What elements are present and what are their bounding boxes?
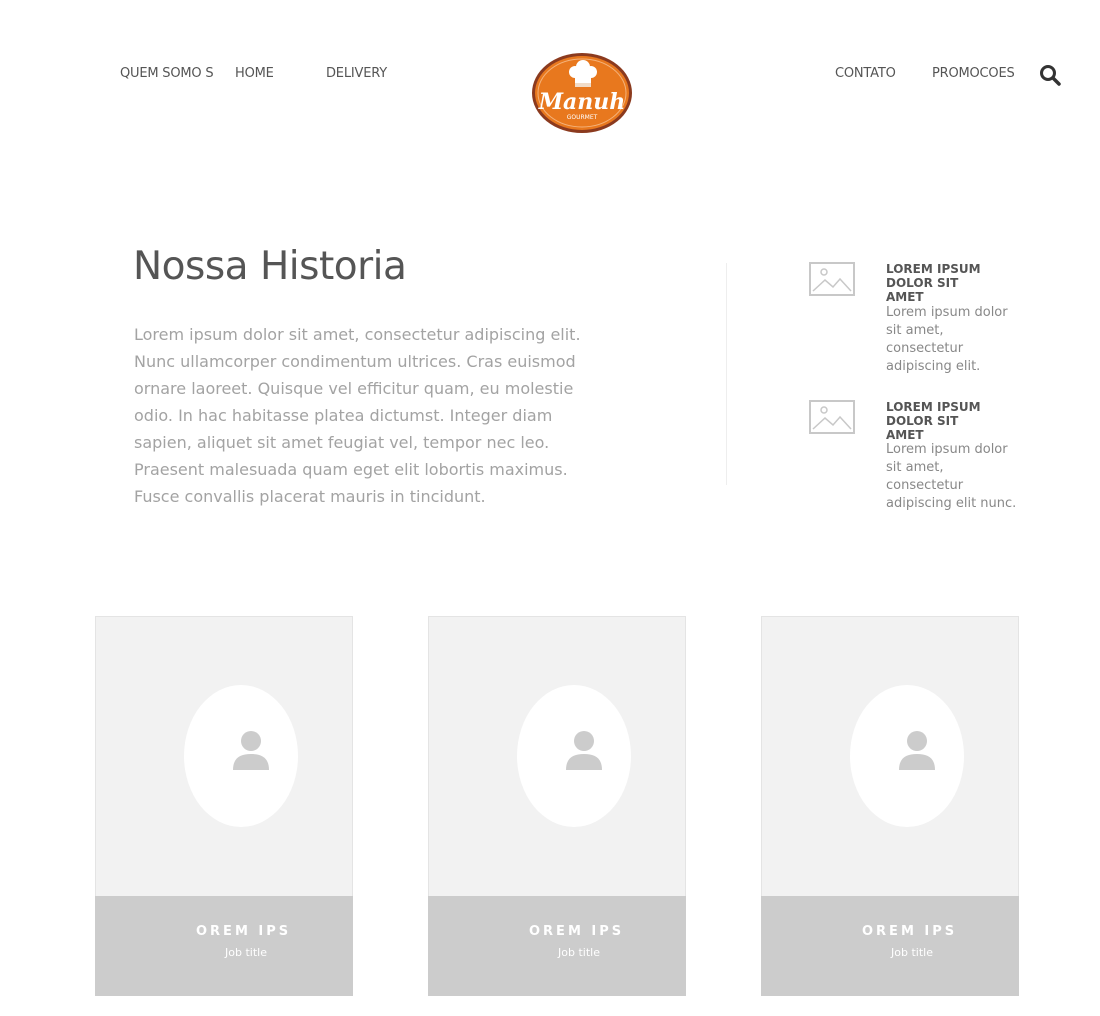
logo-subtext: GOURMET	[567, 114, 598, 121]
team-card[interactable]: OREM IPSUM Job title	[761, 616, 1019, 996]
user-icon	[899, 731, 935, 770]
card-caption: OREM IPSUM Job title	[428, 896, 686, 996]
feature-title: LOREM IPSUM DOLOR SIT AMET	[886, 400, 981, 442]
team-member-job-title: Job title	[225, 946, 267, 959]
user-icon	[566, 731, 602, 770]
card-photo-area	[95, 616, 353, 896]
feature-description: Lorem ipsum dolor sit amet, consectetur …	[886, 442, 1017, 511]
feature-title: LOREM IPSUM DOLOR SIT AMET	[886, 262, 981, 304]
nav-link-promocoes[interactable]: PROMOCOES	[932, 66, 1015, 81]
story-paragraph: Lorem ipsum dolor sit amet, consectetur …	[134, 325, 581, 506]
search-icon[interactable]	[1039, 64, 1061, 86]
team-member-job-title: Job title	[558, 946, 600, 959]
page-title: Nossa Historia	[133, 244, 407, 289]
card-photo-area	[428, 616, 686, 896]
logo-wordmark: Manuh	[538, 89, 626, 115]
image-placeholder-icon	[809, 262, 855, 296]
nav-link-home[interactable]: HOME	[235, 66, 274, 81]
feature-description: Lorem ipsum dolor sit amet, consectetur …	[886, 305, 1008, 374]
section-divider	[726, 263, 727, 485]
nav-link-delivery[interactable]: DELIVERY	[326, 66, 387, 81]
image-placeholder-icon	[809, 400, 855, 434]
card-caption: OREM IPSUM Job title	[761, 896, 1019, 996]
team-member-name: OREM IPSUM	[862, 924, 958, 939]
nav-link-quem-somos[interactable]: QUEM SOMO S	[120, 66, 214, 81]
user-icon	[233, 731, 269, 770]
team-member-job-title: Job title	[891, 946, 933, 959]
nav-link-contato[interactable]: CONTATO	[835, 66, 896, 81]
team-card[interactable]: OREM IPSUM Job title	[95, 616, 353, 996]
team-member-name: OREM IPSUM	[196, 924, 292, 939]
card-photo-area	[761, 616, 1019, 896]
card-caption: OREM IPSUM Job title	[95, 896, 353, 996]
brand-logo[interactable]: Manuh GOURMET	[530, 52, 634, 134]
team-member-name: OREM IPSUM	[529, 924, 625, 939]
team-card[interactable]: OREM IPSUM Job title	[428, 616, 686, 996]
